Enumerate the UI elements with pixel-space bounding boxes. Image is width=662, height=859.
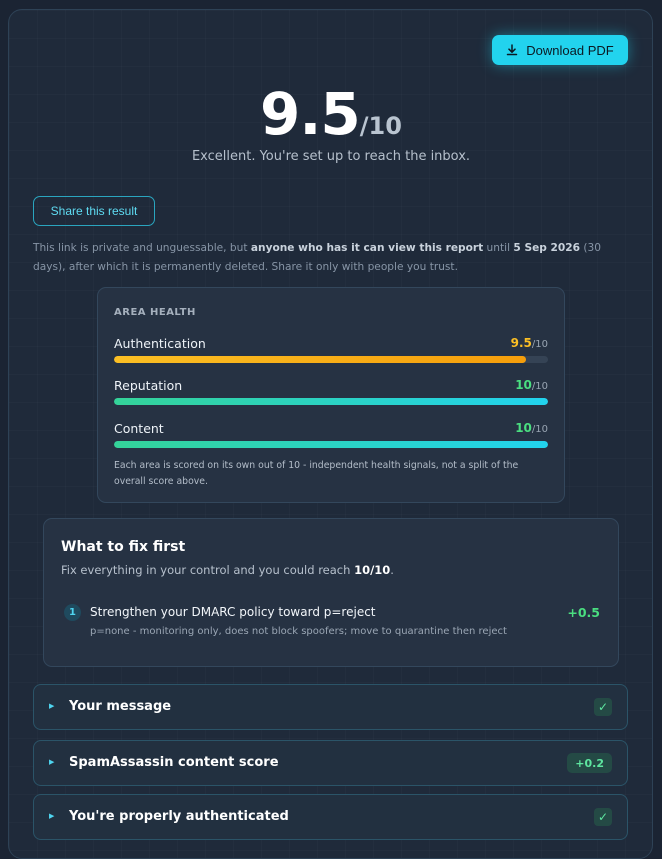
area-score: 10/10 [515, 378, 548, 392]
section-label: You're properly authenticated [69, 809, 289, 824]
area-health-title: AREA HEALTH [114, 307, 196, 318]
fix-item-gain: +0.5 [567, 605, 600, 620]
area-score: 9.5/10 [510, 336, 548, 350]
check-icon: ✓ [594, 698, 612, 716]
area-bar-track [114, 441, 548, 448]
download-pdf-label: Download PDF [526, 42, 614, 58]
area-bar-fill [114, 441, 548, 448]
section-label: SpamAssassin content score [69, 755, 279, 770]
section-label: Your message [69, 699, 172, 714]
area-bar-track [114, 356, 548, 363]
fix-first-title: What to fix first [61, 539, 186, 555]
section-authenticated[interactable]: ▶ You're properly authenticated ✓ [33, 794, 628, 840]
area-bar-track [114, 398, 548, 405]
area-bar-fill [114, 356, 527, 363]
fix-item-description: p=none - monitoring only, does not block… [90, 626, 507, 637]
share-result-button[interactable]: Share this result [33, 196, 155, 226]
overall-score: 9.5/10 [0, 80, 662, 148]
download-pdf-button[interactable]: Download PDF [492, 35, 628, 65]
area-label: Content [114, 421, 164, 436]
section-your-message[interactable]: ▶ Your message ✓ [33, 684, 628, 730]
caret-right-icon: ▶ [49, 702, 55, 710]
share-note: This link is private and unguessable, bu… [33, 242, 602, 273]
area-label: Authentication [114, 336, 206, 351]
score-denominator: /10 [359, 112, 402, 140]
fix-item-title: Strengthen your DMARC policy toward p=re… [90, 605, 376, 619]
check-icon: ✓ [594, 808, 612, 826]
area-health-card: AREA HEALTH Authentication 9.5/10 Reputa… [97, 287, 565, 503]
area-bar-fill [114, 398, 548, 405]
fix-first-card: What to fix first Fix everything in your… [43, 518, 619, 667]
score-badge: +0.2 [567, 753, 612, 773]
caret-right-icon: ▶ [49, 758, 55, 766]
caret-right-icon: ▶ [49, 812, 55, 820]
download-icon [507, 44, 518, 56]
score-summary: Excellent. You're set up to reach the in… [191, 149, 471, 164]
area-score: 10/10 [515, 421, 548, 435]
fix-first-subtitle: Fix everything in your control and you c… [61, 563, 394, 577]
fix-item-number: 1 [64, 604, 81, 621]
area-label: Reputation [114, 378, 183, 393]
section-spamassassin-score[interactable]: ▶ SpamAssassin content score +0.2 [33, 740, 628, 786]
score-value: 9.5 [260, 80, 361, 148]
area-health-note: Each area is scored on its own out of 10… [114, 460, 519, 487]
